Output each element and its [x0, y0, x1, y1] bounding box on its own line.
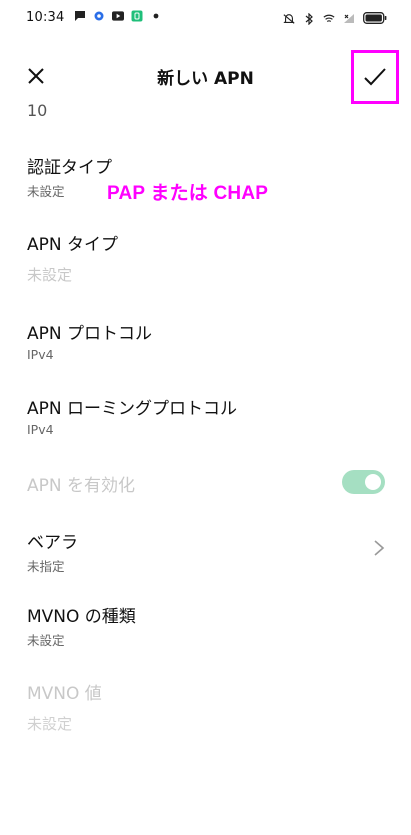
annotation-label: PAP または CHAP — [107, 183, 269, 204]
status-time: 10:34 — [26, 10, 65, 25]
setting-label: APN を有効化 — [27, 476, 136, 496]
setting-value: 未設定 — [27, 184, 65, 199]
setting-label: APN タイプ — [27, 235, 119, 255]
setting-value: 未設定 — [27, 633, 65, 648]
setting-label: APN プロトコル — [27, 324, 153, 344]
setting-label: 認証タイプ — [27, 158, 112, 178]
setting-label: APN ローミングプロトコル — [27, 399, 238, 419]
setting-bearer[interactable]: ベアラ 未指定 — [0, 525, 411, 575]
setting-mvno-type[interactable]: MVNO の種類 未設定 — [0, 599, 411, 649]
setting-label: MVNO の種類 — [27, 607, 136, 627]
bluetooth-icon — [303, 12, 315, 25]
confirm-button[interactable] — [351, 50, 399, 104]
setting-mvno-value: MVNO 値 未設定 — [0, 676, 411, 736]
youtube-icon — [112, 10, 124, 22]
setting-label: MVNO 値 — [27, 684, 102, 704]
dot-icon — [150, 10, 162, 22]
setting-value-placeholder: 未設定 — [27, 266, 73, 284]
setting-value: IPv4 — [27, 422, 54, 437]
page-title: 新しい APN — [157, 69, 254, 89]
setting-apn-type[interactable]: APN タイプ 未設定 — [0, 227, 411, 287]
signal-icon — [343, 13, 355, 25]
setting-value: 未設定 — [27, 715, 73, 733]
mute-icon — [283, 13, 295, 25]
status-icons-left — [74, 10, 162, 22]
app-icon — [131, 10, 143, 22]
chevron-right-icon — [374, 540, 385, 556]
battery-icon — [363, 9, 387, 28]
status-bar: 10:34 — [0, 0, 411, 36]
message-icon — [74, 10, 86, 22]
status-icons-right — [283, 9, 387, 28]
toggle-knob — [365, 474, 381, 490]
wifi-icon — [323, 13, 335, 25]
settings-gear-icon — [93, 10, 105, 22]
app-header: 新しい APN — [0, 50, 411, 106]
check-icon — [364, 68, 386, 86]
setting-apn-protocol[interactable]: APN プロトコル IPv4 — [0, 316, 411, 366]
setting-value: IPv4 — [27, 347, 54, 362]
setting-label: ベアラ — [27, 533, 78, 553]
setting-value: 未指定 — [27, 559, 65, 574]
enable-apn-toggle[interactable] — [342, 470, 385, 494]
partial-value: 10 — [27, 101, 48, 117]
setting-apn-roaming-protocol[interactable]: APN ローミングプロトコル IPv4 — [0, 391, 411, 441]
